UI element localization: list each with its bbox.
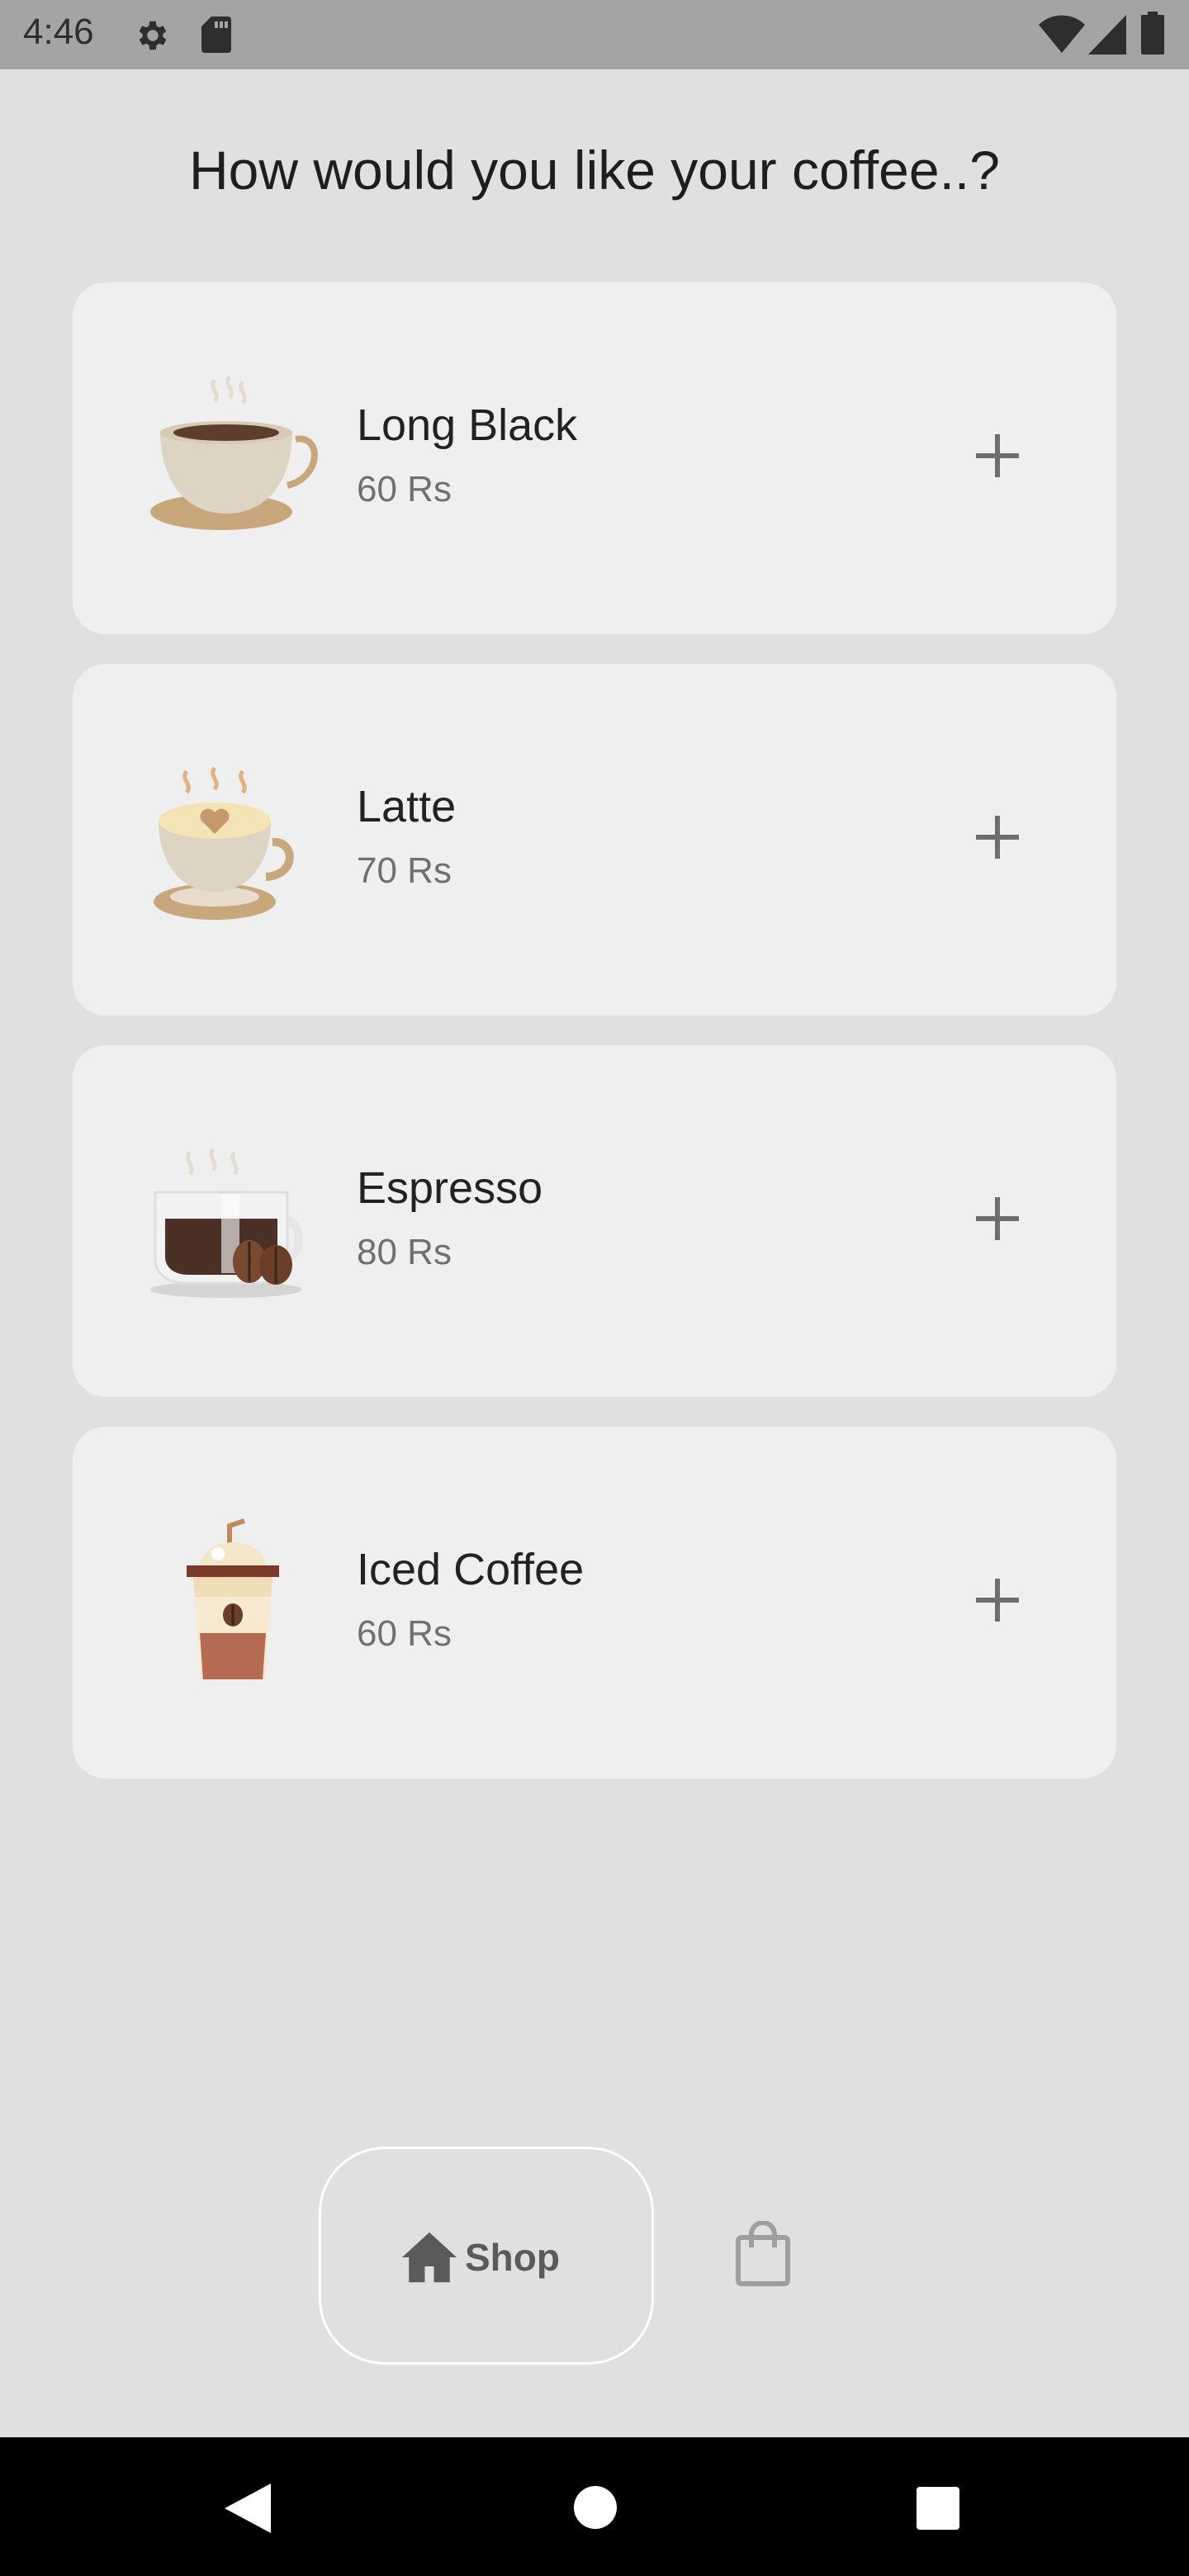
espresso-cup-image <box>150 1148 303 1298</box>
shop-tab-button[interactable]: Shop <box>319 2147 654 2365</box>
product-price: 70 Rs <box>357 850 452 891</box>
home-circle-icon[interactable] <box>573 2485 618 2530</box>
product-name: Latte <box>357 782 457 831</box>
shop-tab-content: Shop <box>402 2228 560 2286</box>
home-icon <box>402 2232 457 2283</box>
product-name: Iced Coffee <box>357 1545 585 1594</box>
product-card-iced-coffee: Iced Coffee 60 Rs <box>73 1427 1116 1778</box>
iced-coffee-cup-image <box>187 1518 279 1679</box>
recents-icon[interactable] <box>917 2487 959 2530</box>
system-nav-bar <box>0 2437 1189 2576</box>
status-time: 4:46 <box>23 12 94 52</box>
product-name: Long Black <box>357 400 578 450</box>
status-bar: 4:46 <box>0 0 1189 69</box>
product-price: 80 Rs <box>357 1232 452 1272</box>
plus-icon <box>976 434 1019 477</box>
battery-icon <box>1141 12 1164 54</box>
back-icon[interactable] <box>225 2484 271 2533</box>
product-card-latte: Latte 70 Rs <box>73 664 1116 1016</box>
plus-icon <box>976 1579 1019 1622</box>
latte-cup-image <box>154 766 294 920</box>
gear-icon <box>139 21 167 50</box>
shopping-bag-icon[interactable] <box>733 2221 793 2287</box>
add-iced-coffee-button[interactable] <box>948 1551 1047 1650</box>
shop-tab-label: Shop <box>465 2236 560 2279</box>
add-espresso-button[interactable] <box>948 1169 1047 1268</box>
signal-icon <box>1088 15 1126 54</box>
wifi-icon <box>1039 15 1085 54</box>
bottom-nav: Shop <box>0 2114 1189 2436</box>
product-card-long-black: Long Black 60 Rs <box>73 282 1116 634</box>
product-price: 60 Rs <box>357 1613 452 1654</box>
long-black-cup-image <box>150 375 318 530</box>
add-latte-button[interactable] <box>948 788 1047 887</box>
page-title: How would you like your coffee..? <box>189 140 1000 201</box>
add-long-black-button[interactable] <box>948 406 1047 505</box>
sd-card-icon <box>201 17 231 53</box>
product-price: 60 Rs <box>357 469 452 509</box>
product-name: Espresso <box>357 1163 543 1213</box>
product-card-espresso: Espresso 80 Rs <box>73 1045 1116 1397</box>
plus-icon <box>976 1197 1019 1240</box>
plus-icon <box>976 816 1019 859</box>
